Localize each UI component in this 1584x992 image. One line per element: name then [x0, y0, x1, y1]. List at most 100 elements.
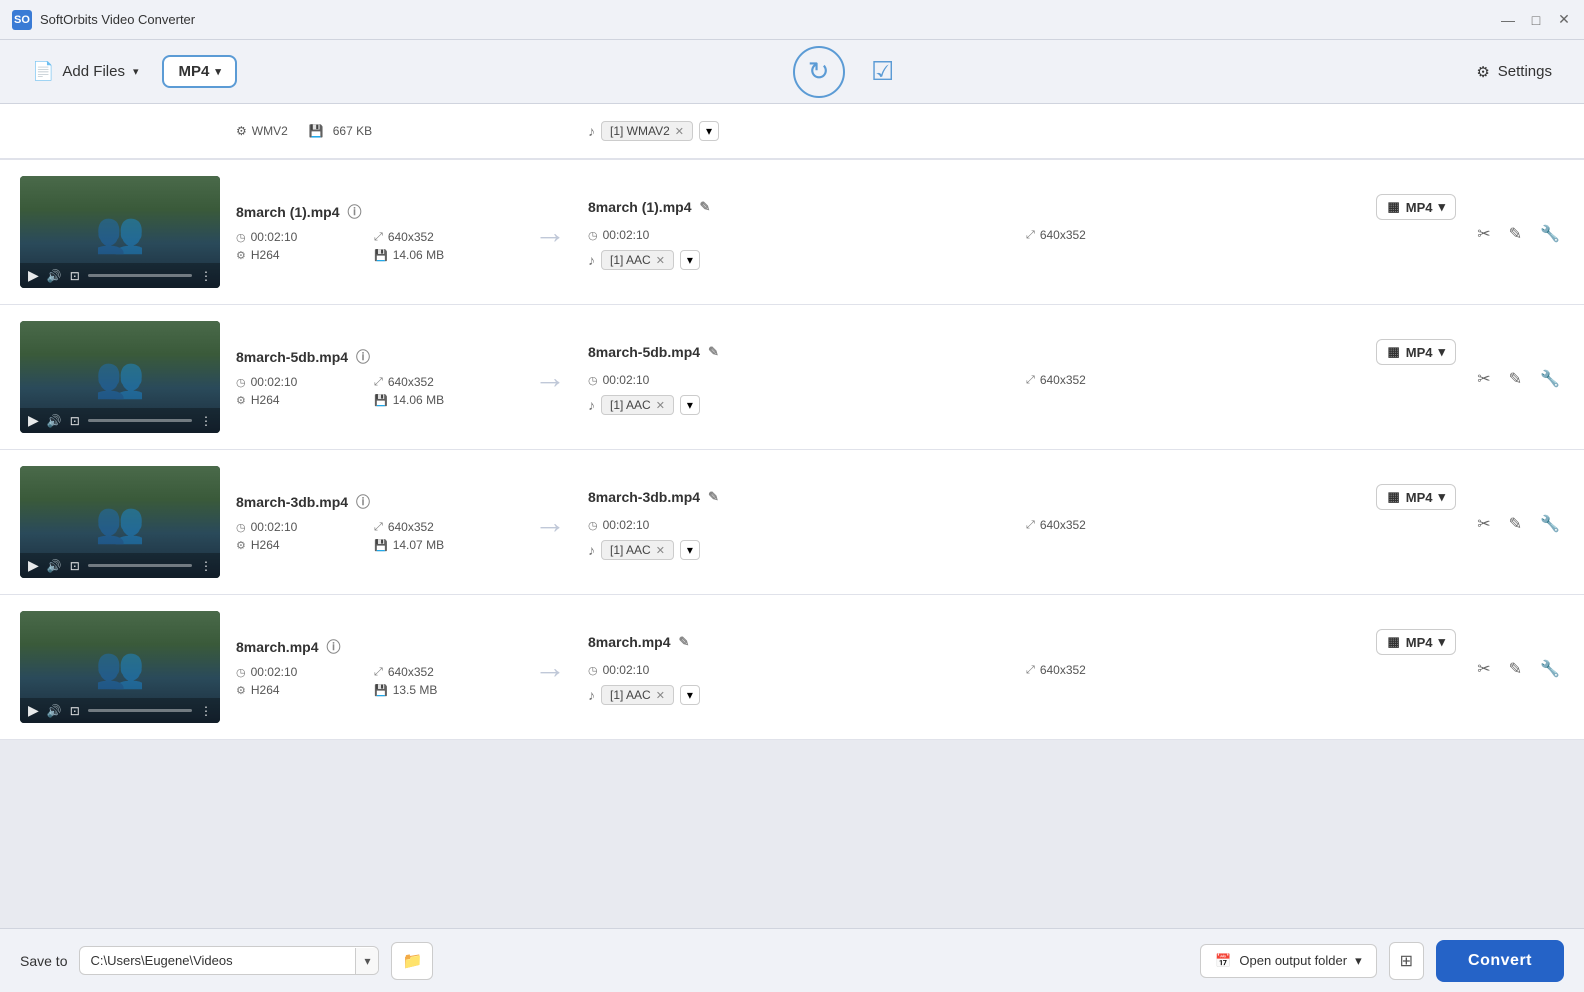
crop-icon-row4[interactable]: ⊡ [70, 704, 80, 718]
info-icon-row2[interactable]: ⓘ [356, 347, 370, 367]
rotate-button[interactable]: ↻ [793, 46, 845, 98]
video-row-row3: ▶ 🔊 ⊡ ⋮ 8march-3db.mp4 ⓘ ◷ 00:02:10 ⤢ 64… [0, 450, 1584, 595]
audio-tag-row2: [1] AAC ✕ [601, 395, 674, 415]
edit-icon-row3[interactable]: ✎ [1505, 510, 1526, 538]
filesize-row2: 💾 14.06 MB [374, 393, 504, 407]
close-button[interactable]: ✕ [1556, 12, 1572, 28]
edit-name-icon-row2[interactable]: ✎ [708, 344, 719, 360]
format-badge-row2[interactable]: ▦ MP4 ▾ [1376, 339, 1456, 365]
grid-view-button[interactable]: ⊞ [1389, 942, 1424, 980]
wrench-icon-row1[interactable]: 🔧 [1536, 220, 1564, 248]
partial-row: ⚙ WMV2 💾 667 KB ♪ [1] WMAV2 ✕ ▾ [0, 104, 1584, 159]
wrench-icon-row3[interactable]: 🔧 [1536, 510, 1564, 538]
format-label: MP4 [178, 63, 209, 80]
save-to-label: Save to [20, 953, 67, 969]
output-section-row3: 8march-3db.mp4 ✎ ▦ MP4 ▾ ◷ 00:02:10 ⤢ 64… [580, 484, 1464, 560]
scissors-icon-row3[interactable]: ✂ [1473, 510, 1494, 538]
scissors-icon-row2[interactable]: ✂ [1473, 365, 1494, 393]
output-header-row2: 8march-5db.mp4 ✎ ▦ MP4 ▾ [588, 339, 1456, 365]
format-chevron-icon-row3: ▾ [1438, 489, 1445, 505]
output-clock-icon-row4: ◷ [588, 664, 598, 677]
play-icon-row4[interactable]: ▶ [28, 702, 39, 719]
format-badge-row4[interactable]: ▦ MP4 ▾ [1376, 629, 1456, 655]
edit-icon-row1[interactable]: ✎ [1505, 220, 1526, 248]
minimize-button[interactable]: — [1500, 12, 1516, 28]
add-files-icon: 📄 [32, 61, 54, 82]
crop-icon-row1[interactable]: ⊡ [70, 269, 80, 283]
folder-icon: 📁 [402, 953, 422, 970]
wrench-icon-row4[interactable]: 🔧 [1536, 655, 1564, 683]
audio-dropdown-row3[interactable]: ▾ [680, 540, 700, 560]
audio-remove-row2[interactable]: ✕ [656, 399, 665, 412]
audio-dropdown-row1[interactable]: ▾ [680, 250, 700, 270]
edit-icon-row2[interactable]: ✎ [1505, 365, 1526, 393]
more-icon-row3[interactable]: ⋮ [200, 559, 212, 573]
format-badge-row1[interactable]: ▦ MP4 ▾ [1376, 194, 1456, 220]
settings-button[interactable]: ⚙ Settings [1464, 55, 1564, 89]
maximize-button[interactable]: □ [1528, 12, 1544, 28]
edit-icon-row4[interactable]: ✎ [1505, 655, 1526, 683]
scissors-icon-row4[interactable]: ✂ [1473, 655, 1494, 683]
calendar-icon: 📅 [1215, 953, 1231, 969]
volume-icon-row1[interactable]: 🔊 [47, 269, 62, 283]
scissors-icon-row1[interactable]: ✂ [1473, 220, 1494, 248]
output-section-row4: 8march.mp4 ✎ ▦ MP4 ▾ ◷ 00:02:10 ⤢ 640x35… [580, 629, 1464, 705]
more-icon-row1[interactable]: ⋮ [200, 269, 212, 283]
output-header-row4: 8march.mp4 ✎ ▦ MP4 ▾ [588, 629, 1456, 655]
output-header-row3: 8march-3db.mp4 ✎ ▦ MP4 ▾ [588, 484, 1456, 510]
audio-dropdown-row2[interactable]: ▾ [680, 395, 700, 415]
format-grid-icon-row1: ▦ [1387, 199, 1399, 215]
volume-icon-row3[interactable]: 🔊 [47, 559, 62, 573]
wrench-icon-row2[interactable]: 🔧 [1536, 365, 1564, 393]
add-files-button[interactable]: 📄 Add Files ▾ [20, 53, 150, 90]
edit-name-icon-row4[interactable]: ✎ [678, 634, 689, 650]
convert-button[interactable]: Convert [1436, 940, 1564, 982]
right-arrow-icon-row1: → [534, 214, 566, 251]
window-controls: — □ ✕ [1500, 12, 1572, 28]
more-icon-row2[interactable]: ⋮ [200, 414, 212, 428]
info-icon-row4[interactable]: ⓘ [326, 637, 340, 657]
volume-icon-row2[interactable]: 🔊 [47, 414, 62, 428]
video-thumbnail-row3: ▶ 🔊 ⊡ ⋮ [20, 466, 220, 578]
open-output-folder-button[interactable]: 📅 Open output folder ▾ [1200, 944, 1376, 978]
check-button[interactable]: ☑ [857, 46, 909, 98]
audio-dropdown-row4[interactable]: ▾ [680, 685, 700, 705]
browse-folder-button[interactable]: 📁 [391, 942, 433, 980]
output-meta-row1: ◷ 00:02:10 ⤢ 640x352 [588, 228, 1456, 242]
check-icon: ☑ [871, 56, 894, 87]
output-audio-row-row2: ♪ [1] AAC ✕ ▾ [588, 395, 1456, 415]
play-icon-row2[interactable]: ▶ [28, 412, 39, 429]
output-duration-row4: ◷ 00:02:10 [588, 663, 1018, 677]
source-name-row2: 8march-5db.mp4 ⓘ [236, 347, 504, 367]
crop-icon-row2[interactable]: ⊡ [70, 414, 80, 428]
toolbar-center: ↻ ☑ [237, 46, 1464, 98]
audio-remove-row1[interactable]: ✕ [656, 254, 665, 267]
volume-icon-row4[interactable]: 🔊 [47, 704, 62, 718]
disk-icon-row2: 💾 [374, 394, 388, 407]
info-icon-row1[interactable]: ⓘ [347, 202, 361, 222]
partial-audio-label: [1] WMAV2 [610, 124, 670, 138]
crop-icon-row3[interactable]: ⊡ [70, 559, 80, 573]
gear-icon-row1: ⚙ [236, 249, 246, 262]
edit-name-icon-row1[interactable]: ✎ [699, 199, 710, 215]
info-icon-row3[interactable]: ⓘ [356, 492, 370, 512]
output-resize-icon-row2: ⤢ [1026, 374, 1035, 387]
resize-icon-row1: ⤢ [374, 231, 383, 244]
format-badge-row3[interactable]: ▦ MP4 ▾ [1376, 484, 1456, 510]
output-resolution-row2: ⤢ 640x352 [1026, 373, 1456, 387]
toolbar: 📄 Add Files ▾ MP4 ▾ ↻ ☑ ⚙ Settings [0, 40, 1584, 104]
partial-audio-dropdown[interactable]: ▾ [699, 121, 719, 141]
audio-remove-row4[interactable]: ✕ [656, 689, 665, 702]
output-clock-icon-row1: ◷ [588, 229, 598, 242]
edit-name-icon-row3[interactable]: ✎ [708, 489, 719, 505]
more-icon-row4[interactable]: ⋮ [200, 704, 212, 718]
format-select-button[interactable]: MP4 ▾ [162, 55, 236, 88]
play-icon-row3[interactable]: ▶ [28, 557, 39, 574]
save-path-dropdown[interactable]: ▾ [355, 948, 378, 974]
partial-audio-remove[interactable]: ✕ [675, 125, 684, 138]
play-icon-row1[interactable]: ▶ [28, 267, 39, 284]
output-clock-icon-row2: ◷ [588, 374, 598, 387]
audio-remove-row3[interactable]: ✕ [656, 544, 665, 557]
output-audio-row-row1: ♪ [1] AAC ✕ ▾ [588, 250, 1456, 270]
output-section-row1: 8march (1).mp4 ✎ ▦ MP4 ▾ ◷ 00:02:10 ⤢ 64… [580, 194, 1464, 270]
